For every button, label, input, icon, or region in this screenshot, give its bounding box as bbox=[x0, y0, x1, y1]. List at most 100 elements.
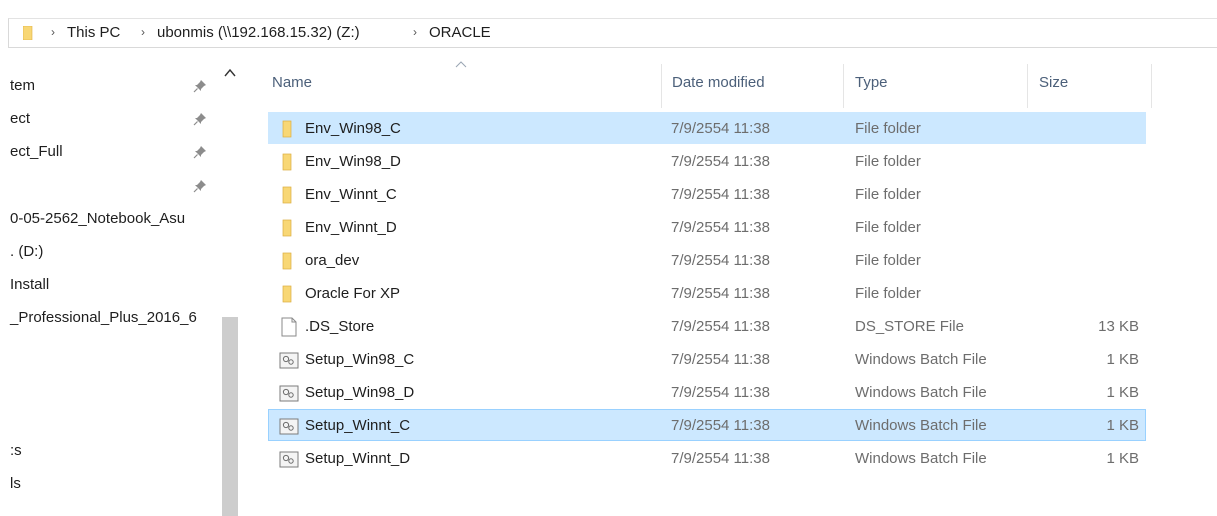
nav-item[interactable] bbox=[0, 174, 220, 198]
nav-item[interactable]: 0-05-2562_Notebook_Asu bbox=[0, 207, 220, 231]
file-name: Setup_Winnt_C bbox=[305, 417, 411, 434]
blank-file-icon bbox=[281, 317, 297, 337]
batch-file-icon bbox=[279, 352, 299, 369]
nav-item[interactable]: ls bbox=[0, 472, 220, 496]
file-name: .DS_Store bbox=[305, 318, 375, 335]
chevron-right-icon[interactable]: › bbox=[413, 25, 417, 39]
file-row[interactable]: Setup_Winnt_C 7/9/2554 11:38 Windows Batch… bbox=[268, 409, 1146, 441]
nav-item-label: _Professional_Plus_2016_6 bbox=[10, 309, 197, 327]
column-header-date[interactable]: Date modified bbox=[672, 74, 765, 91]
nav-item[interactable]: Install bbox=[0, 273, 220, 297]
file-type: Windows Batch File bbox=[855, 351, 987, 368]
folder-icon bbox=[282, 252, 292, 270]
column-divider[interactable] bbox=[843, 64, 844, 108]
nav-item[interactable]: :s bbox=[0, 439, 220, 463]
file-date-modified: 7/9/2554 11:38 bbox=[671, 252, 770, 269]
file-date-modified: 7/9/2554 11:38 bbox=[671, 285, 770, 302]
nav-item[interactable] bbox=[0, 373, 220, 397]
file-row[interactable]: Oracle For XP 7/9/2554 11:38 File folder bbox=[268, 277, 1146, 309]
file-date-modified: 7/9/2554 11:38 bbox=[671, 186, 770, 203]
breadcrumb-oracle[interactable]: ORACLE bbox=[429, 24, 491, 41]
vertical-scrollbar[interactable] bbox=[221, 60, 238, 516]
batch-file-icon bbox=[279, 418, 299, 435]
file-type: File folder bbox=[855, 285, 921, 302]
file-row[interactable]: Env_Winnt_D 7/9/2554 11:38 File folder bbox=[268, 211, 1146, 243]
file-size: 1 KB bbox=[1106, 450, 1139, 467]
scrollbar-thumb[interactable] bbox=[222, 317, 238, 516]
file-size: 1 KB bbox=[1106, 351, 1139, 368]
column-divider[interactable] bbox=[661, 64, 662, 108]
file-list: Name Date modified Type Size Env_Win98_C… bbox=[240, 56, 1217, 516]
navigation-pane: tem ect ect_Full 0-05-2562_Notebook_Asu . (D… bbox=[0, 60, 240, 516]
folder-icon bbox=[282, 153, 292, 171]
file-row[interactable]: Setup_Win98_C 7/9/2554 11:38 Windows Batch… bbox=[268, 343, 1146, 375]
breadcrumb-drive[interactable]: ubonmis (\\192.168.15.32) (Z:) bbox=[157, 24, 360, 41]
folder-icon bbox=[282, 219, 292, 237]
file-date-modified: 7/9/2554 11:38 bbox=[671, 384, 770, 401]
file-row[interactable]: Setup_Winnt_D 7/9/2554 11:38 Windows Batch… bbox=[268, 442, 1146, 474]
nav-item[interactable]: . (D:) bbox=[0, 240, 220, 264]
file-name: Setup_Winnt_D bbox=[305, 450, 411, 467]
nav-item[interactable]: _Professional_Plus_2016_6 bbox=[0, 306, 220, 330]
breadcrumb-this-pc[interactable]: This PC bbox=[67, 24, 120, 41]
file-type: Windows Batch File bbox=[855, 417, 987, 434]
file-date-modified: 7/9/2554 11:38 bbox=[671, 219, 770, 236]
batch-file-icon bbox=[279, 451, 299, 468]
chevron-right-icon[interactable]: › bbox=[51, 25, 55, 39]
pin-icon[interactable] bbox=[193, 112, 207, 126]
file-type: DS_STORE File bbox=[855, 318, 964, 335]
sort-ascending-icon bbox=[455, 61, 467, 68]
nav-item-label: ls bbox=[10, 475, 21, 493]
folder-icon bbox=[23, 26, 33, 40]
pin-icon[interactable] bbox=[193, 79, 207, 93]
file-name: Oracle For XP bbox=[305, 285, 401, 302]
file-size: 13 KB bbox=[1098, 318, 1139, 335]
scroll-up-icon[interactable] bbox=[224, 68, 236, 78]
batch-file-icon bbox=[279, 385, 299, 402]
file-type: File folder bbox=[855, 153, 921, 170]
nav-item-label: :s bbox=[10, 442, 22, 460]
file-name: Setup_Win98_C bbox=[305, 351, 415, 368]
file-row[interactable]: Env_Winnt_C 7/9/2554 11:38 File folder bbox=[268, 178, 1146, 210]
file-type: File folder bbox=[855, 186, 921, 203]
column-header-size[interactable]: Size bbox=[1039, 74, 1068, 91]
nav-item[interactable] bbox=[0, 340, 220, 364]
nav-item[interactable] bbox=[0, 406, 220, 430]
file-name: Env_Winnt_C bbox=[305, 186, 397, 203]
file-name: Env_Win98_D bbox=[305, 153, 401, 170]
nav-item[interactable]: ect bbox=[0, 107, 220, 131]
file-row[interactable]: .DS_Store 7/9/2554 11:38 DS_STORE File 13 K… bbox=[268, 310, 1146, 342]
file-type: File folder bbox=[855, 120, 921, 137]
nav-item-label: ect bbox=[10, 110, 31, 128]
file-type: File folder bbox=[855, 252, 921, 269]
folder-icon bbox=[282, 186, 292, 204]
column-header-name[interactable]: Name bbox=[272, 74, 312, 91]
file-size: 1 KB bbox=[1106, 384, 1139, 401]
address-bar[interactable]: › This PC › ubonmis (\\192.168.15.32) (Z… bbox=[8, 18, 1217, 48]
pin-icon[interactable] bbox=[193, 179, 207, 193]
folder-icon bbox=[282, 285, 292, 303]
column-divider[interactable] bbox=[1027, 64, 1028, 108]
file-type: File folder bbox=[855, 219, 921, 236]
file-date-modified: 7/9/2554 11:38 bbox=[671, 450, 770, 467]
nav-item-label: Install bbox=[10, 276, 50, 294]
nav-item-label: . (D:) bbox=[10, 243, 44, 260]
file-date-modified: 7/9/2554 11:38 bbox=[671, 120, 770, 137]
column-divider[interactable] bbox=[1151, 64, 1152, 108]
folder-icon bbox=[282, 120, 292, 138]
file-date-modified: 7/9/2554 11:38 bbox=[671, 417, 770, 434]
file-row[interactable]: ora_dev 7/9/2554 11:38 File folder bbox=[268, 244, 1146, 276]
file-row[interactable]: Env_Win98_D 7/9/2554 11:38 File folder bbox=[268, 145, 1146, 177]
file-date-modified: 7/9/2554 11:38 bbox=[671, 153, 770, 170]
nav-item[interactable]: tem bbox=[0, 74, 220, 98]
chevron-right-icon[interactable]: › bbox=[141, 25, 145, 39]
file-row[interactable]: Env_Win98_C 7/9/2554 11:38 File folder bbox=[268, 112, 1146, 144]
file-row[interactable]: Setup_Win98_D 7/9/2554 11:38 Windows Batch… bbox=[268, 376, 1146, 408]
file-name: Env_Win98_C bbox=[305, 120, 401, 137]
column-header-type[interactable]: Type bbox=[855, 74, 888, 91]
file-type: Windows Batch File bbox=[855, 450, 987, 467]
nav-item-label: ect_Full bbox=[10, 143, 63, 161]
file-date-modified: 7/9/2554 11:38 bbox=[671, 318, 770, 335]
nav-item[interactable]: ect_Full bbox=[0, 140, 220, 164]
pin-icon[interactable] bbox=[193, 145, 207, 159]
